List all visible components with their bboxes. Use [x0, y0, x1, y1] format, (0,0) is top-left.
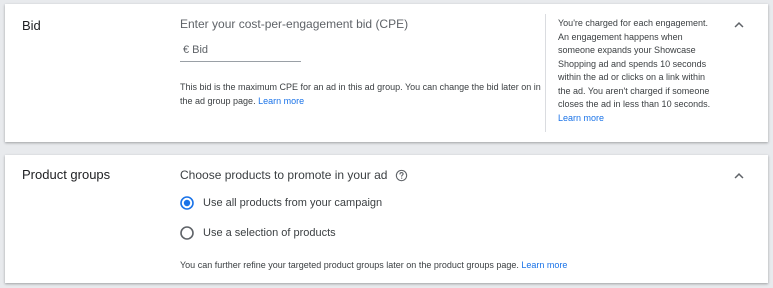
- radio-option-all-products[interactable]: Use all products from your campaign: [180, 196, 382, 210]
- product-groups-section: Product groups Choose products to promot…: [5, 155, 768, 283]
- chevron-up-icon[interactable]: [730, 16, 748, 34]
- bid-side-note: You're charged for each engagement. An e…: [558, 17, 718, 125]
- bid-section-title: Bid: [22, 18, 41, 33]
- radio-unselected-icon[interactable]: [180, 226, 194, 240]
- help-circle-icon[interactable]: [395, 169, 408, 182]
- bid-learn-more-link[interactable]: Learn more: [258, 96, 304, 106]
- bid-field-label: Enter your cost-per-engagement bid (CPE): [180, 17, 409, 31]
- product-groups-help-text: You can further refine your targeted pro…: [180, 260, 567, 270]
- product-groups-section-title: Product groups: [22, 167, 111, 182]
- chevron-up-icon[interactable]: [730, 167, 748, 185]
- bid-input-container[interactable]: €: [180, 39, 301, 62]
- bid-side-note-body: You're charged for each engagement. An e…: [558, 18, 711, 109]
- bid-side-note-learn-more-link[interactable]: Learn more: [558, 113, 604, 123]
- product-groups-prompt-row: Choose products to promote in your ad: [180, 168, 408, 182]
- radio-selected-icon[interactable]: [180, 196, 194, 210]
- radio-label-all-products: Use all products from your campaign: [203, 197, 383, 209]
- vertical-divider: [545, 14, 546, 132]
- currency-symbol: €: [183, 44, 190, 56]
- radio-label-selection-of-products: Use a selection of products: [203, 227, 336, 239]
- bid-help-text-body: This bid is the maximum CPE for an ad in…: [180, 82, 541, 106]
- product-groups-prompt: Choose products to promote in your ad: [180, 168, 388, 182]
- bid-input[interactable]: [192, 44, 293, 56]
- bid-help-text: This bid is the maximum CPE for an ad in…: [180, 80, 545, 108]
- product-groups-learn-more-link[interactable]: Learn more: [521, 260, 567, 270]
- bid-section: Bid Enter your cost-per-engagement bid (…: [5, 4, 768, 142]
- product-groups-help-text-body: You can further refine your targeted pro…: [180, 260, 519, 270]
- radio-option-selection-of-products[interactable]: Use a selection of products: [180, 226, 336, 240]
